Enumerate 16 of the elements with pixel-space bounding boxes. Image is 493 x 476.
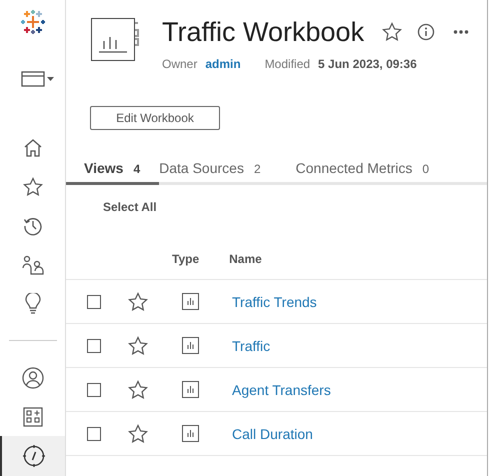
tab[interactable]: Data Sources 2 (159, 160, 296, 185)
modified-date: 5 Jun 2023, 09:36 (318, 57, 417, 71)
edit-workbook-button[interactable]: Edit Workbook (90, 106, 220, 130)
tab[interactable]: Views 4 (66, 160, 160, 185)
view-link[interactable]: Traffic Trends (232, 294, 317, 310)
select-all-link[interactable]: Select All (103, 200, 157, 214)
view-link[interactable]: Call Duration (232, 426, 313, 442)
modified-label: Modified (264, 57, 310, 71)
column-header[interactable]: Name (229, 252, 262, 266)
view-link[interactable]: Agent Transfers (232, 382, 331, 398)
workbook-title: Traffic Workbook (162, 18, 364, 46)
column-header[interactable]: Type (172, 252, 200, 266)
tab[interactable]: Connected Metrics 0 (296, 160, 448, 185)
owner-label: Owner (162, 57, 198, 71)
view-link[interactable]: Traffic (232, 338, 270, 354)
owner-link[interactable]: admin (205, 57, 241, 71)
